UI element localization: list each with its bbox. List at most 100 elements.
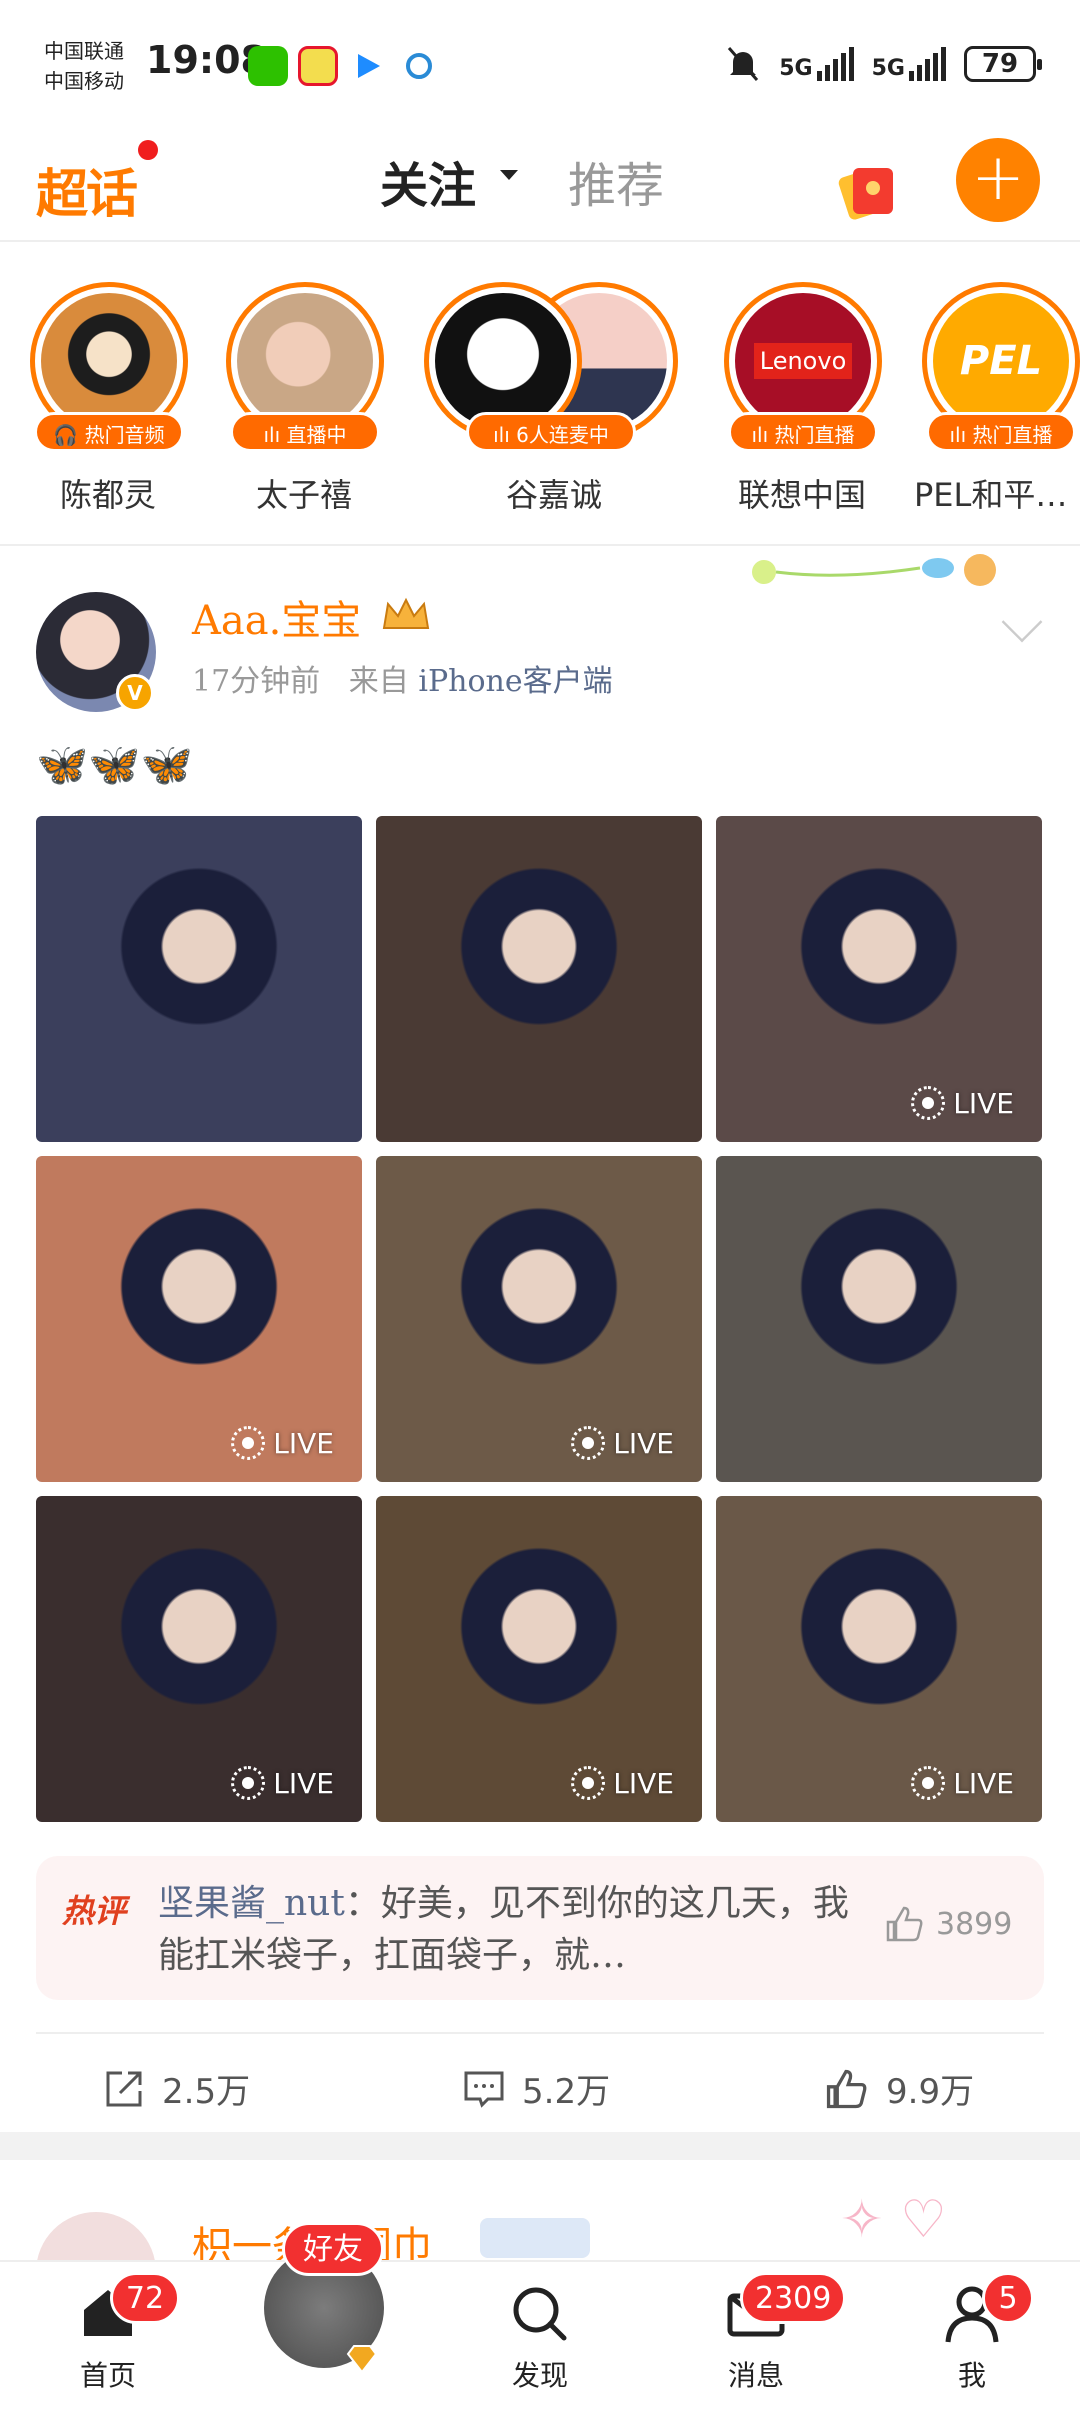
pel-logo: PEL (933, 293, 1069, 429)
post-photo[interactable]: LIVE (716, 1496, 1042, 1822)
source-prefix: 来自 (348, 664, 409, 699)
post-actions: 2.5万 5.2万 9.9万 (36, 2032, 1044, 2132)
thumbs-up-icon (886, 1906, 923, 1942)
hot-comment-like[interactable]: 3899 (882, 1902, 1012, 1946)
sleeping-cat-decoration (752, 554, 996, 586)
post-photo[interactable]: LIVE (376, 1156, 702, 1482)
live-photo-badge: LIVE (231, 1766, 334, 1800)
nav-discover[interactable]: 发现 (460, 2262, 620, 2414)
live-icon (571, 1766, 606, 1800)
story-name: 联想中国 (737, 476, 866, 514)
post-photo[interactable]: LIVE (36, 1156, 362, 1482)
verified-badge-icon: V (116, 674, 154, 712)
live-photo-badge: LIVE (231, 1426, 334, 1460)
live-icon (231, 1426, 266, 1460)
post-time: 17分钟前 (192, 664, 321, 699)
add-post-button[interactable]: + (956, 138, 1040, 222)
live-photo-badge: LIVE (911, 1766, 1014, 1800)
status-right: 5G 5G 79 (725, 44, 1042, 84)
wechat-icon (248, 46, 288, 86)
live-label: LIVE (273, 1426, 334, 1460)
story-name: PEL和平… (914, 476, 1068, 514)
next-author-badge (480, 2218, 590, 2258)
story-badge: ılı 直播中 (230, 412, 380, 452)
share-icon (106, 2071, 142, 2106)
video-app-icon (354, 46, 384, 86)
hot-comment[interactable]: 热评 坚果酱_nut：好美，见不到你的这几天，我能扛米袋子，扛面袋子，就… 38… (36, 1856, 1044, 2000)
author-name[interactable]: Aaa.宝宝 (192, 588, 361, 646)
story-name: 陈都灵 (59, 476, 156, 514)
nav-home[interactable]: 72 首页 (28, 2262, 188, 2414)
carrier-info: 中国联通 中国移动 (44, 36, 124, 96)
mute-icon (728, 47, 759, 81)
nav-me-label: 我 (957, 2359, 986, 2392)
red-packet-icon[interactable] (835, 158, 899, 222)
mobile-app-icon (404, 46, 434, 86)
chevron-down-icon[interactable] (500, 170, 518, 180)
messages-count-badge: 2309 (740, 2272, 847, 2324)
story-avatar (41, 293, 177, 429)
live-icon (571, 1426, 606, 1460)
live-photo-badge: LIVE (571, 1766, 674, 1800)
live-label: LIVE (613, 1766, 674, 1800)
live-label: LIVE (953, 1766, 1014, 1800)
feed-gap (0, 2132, 1080, 2160)
story-avatar (237, 293, 373, 429)
friends-badge: 好友 (282, 2222, 384, 2276)
signal-1: 5G (779, 47, 854, 81)
battery-indicator: 79 (964, 46, 1042, 82)
live-icon (231, 1766, 266, 1800)
nav-discover-label: 发现 (511, 2359, 568, 2392)
comment-button[interactable]: 5.2万 (462, 2064, 610, 2113)
love-decoration: ✧ ♡ (840, 2190, 947, 2250)
story-avatar (435, 293, 571, 429)
weibo-icon (298, 46, 338, 86)
post-photo[interactable] (716, 1156, 1042, 1482)
live-label: LIVE (953, 1086, 1014, 1120)
post-photo[interactable]: LIVE (716, 816, 1042, 1142)
story-name: 太子禧 (255, 476, 352, 514)
post-text: 🦋🦋🦋 (36, 740, 193, 789)
share-button[interactable]: 2.5万 (102, 2064, 250, 2113)
comment-icon (464, 2071, 504, 2108)
live-photo-badge: LIVE (911, 1086, 1014, 1120)
live-label: LIVE (273, 1766, 334, 1800)
nav-home-label: 首页 (79, 2359, 136, 2392)
photo-grid: LIVE LIVE LIVE LIVE LIVE LIVE (36, 816, 1046, 1826)
nav-messages[interactable]: 2309 消息 (676, 2262, 847, 2414)
notification-dot (138, 140, 158, 160)
supertopic-logo[interactable]: 超话 (36, 152, 138, 227)
live-label: LIVE (613, 1426, 674, 1460)
post-photo[interactable] (36, 816, 362, 1142)
post-photo[interactable]: LIVE (36, 1496, 362, 1822)
status-bar: 中国联通 中国移动 19:08 5G 5G 79 (0, 0, 1080, 130)
crown-badge-icon (382, 597, 430, 629)
post-photo[interactable] (376, 816, 702, 1142)
post-photo[interactable]: LIVE (376, 1496, 702, 1822)
hot-comment-likes: 3899 (936, 1906, 1013, 1942)
story-name: 谷嘉诚 (505, 476, 602, 514)
tab-follow[interactable]: 关注 (380, 146, 490, 216)
live-photo-badge: LIVE (571, 1426, 674, 1460)
bottom-nav: 72 首页 好友 发现 2309 消息 5 我 (0, 2222, 1080, 2414)
carrier-2: 中国移动 (44, 69, 124, 93)
nav-messages-label: 消息 (727, 2359, 784, 2392)
tab-recommend[interactable]: 推荐 (568, 146, 664, 216)
nav-me[interactable]: 5 我 (892, 2262, 1052, 2414)
post-meta: 17分钟前 来自 iPhone客户端 (192, 656, 613, 700)
home-count-badge: 72 (110, 2272, 180, 2324)
divider (0, 544, 1080, 546)
story-badge: ılı 热门直播 (926, 412, 1076, 452)
hot-comment-tag: 热评 (62, 1892, 127, 1930)
like-button[interactable]: 9.9万 (822, 2064, 974, 2113)
post-menu-chevron-icon[interactable] (1001, 601, 1043, 643)
story-badge: ılı 热门直播 (728, 412, 878, 452)
signal-2: 5G (872, 47, 946, 81)
lenovo-logo: Lenovo (735, 293, 871, 429)
hot-comment-user[interactable]: 坚果酱_nut (158, 1883, 345, 1924)
carrier-1: 中国联通 (44, 39, 124, 63)
top-header: 超话 关注 推荐 + (0, 130, 1080, 242)
live-icon (911, 1086, 946, 1120)
nav-friends[interactable]: 好友 (244, 2222, 404, 2414)
live-stories-row: 🎧 热门音频 陈都灵 ılı 直播中 太子禧 ılı 6人连麦中 谷嘉诚 Len… (0, 244, 1080, 544)
